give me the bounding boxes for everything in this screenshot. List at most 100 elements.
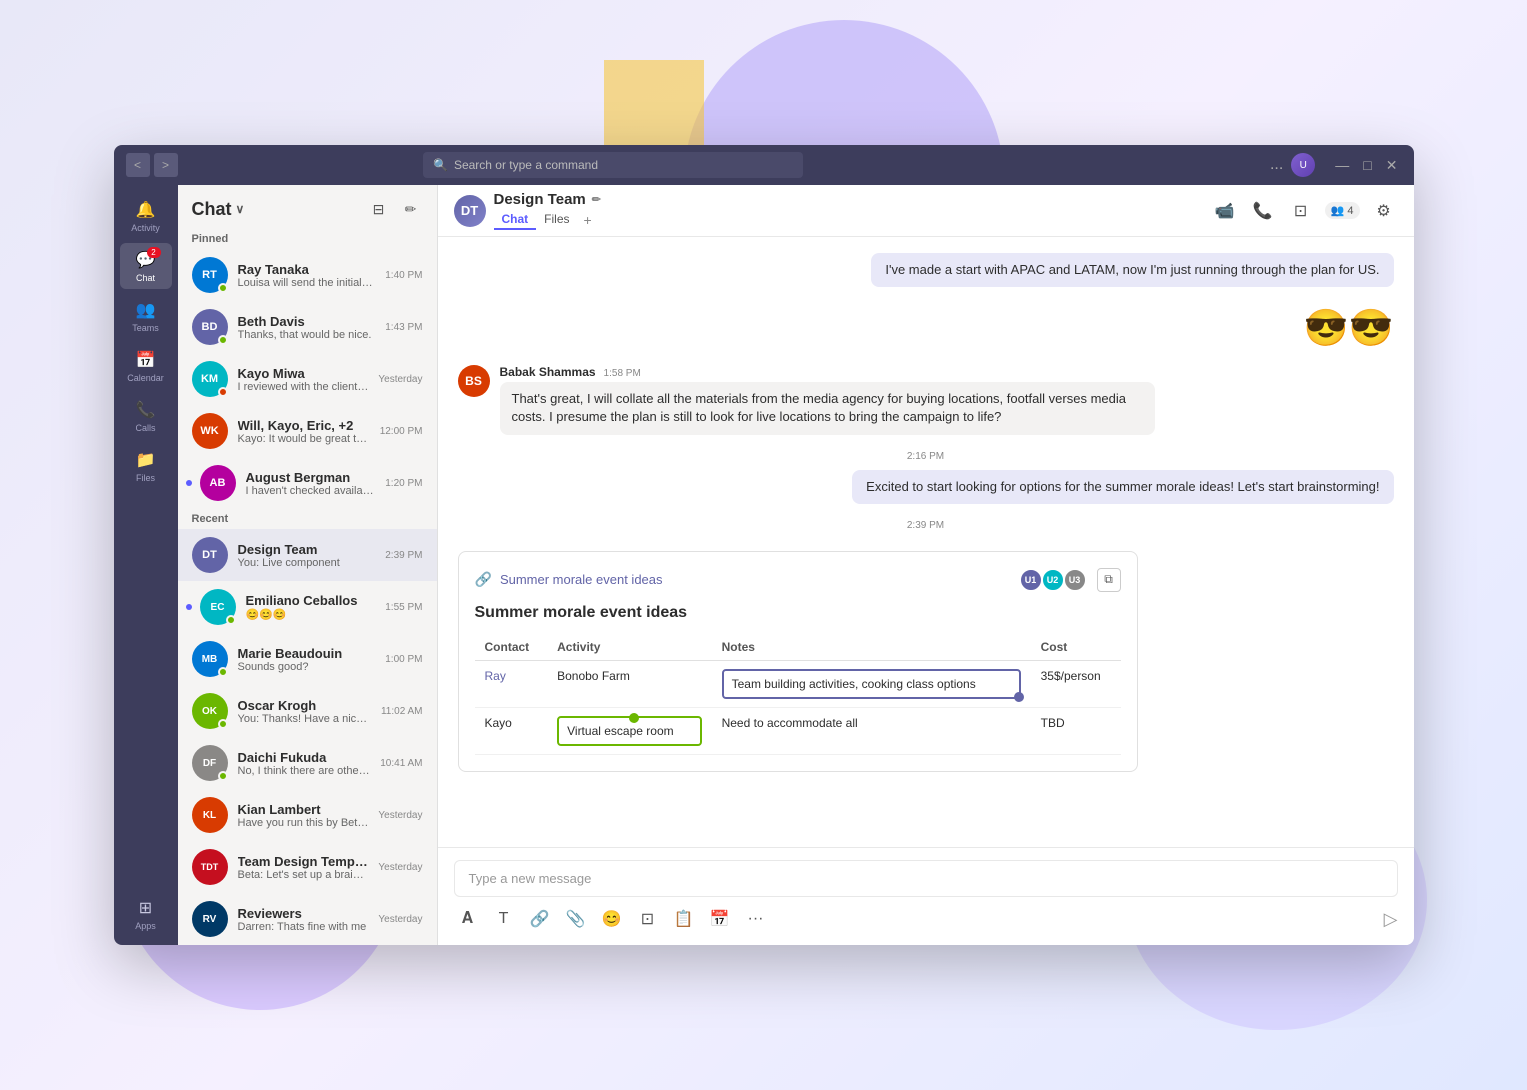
chat-item-kian[interactable]: KL Kian Lambert Have you run this by Bet… (178, 789, 437, 841)
close-button[interactable]: ✕ (1382, 157, 1402, 174)
card-copy-button[interactable]: ⧉ (1097, 568, 1121, 592)
chat-preview-reviewers: Darren: Thats fine with me (238, 921, 369, 933)
format-text-button[interactable]: T (490, 905, 518, 933)
cell-activity-kayo[interactable]: Virtual escape room (547, 707, 711, 754)
send-button[interactable]: ▷ (1384, 909, 1398, 930)
chat-item-beth[interactable]: BD Beth Davis Thanks, that would be nice… (178, 301, 437, 353)
calls-icon: 📞 (135, 399, 157, 421)
chat-item-august[interactable]: AB August Bergman I haven't checked avai… (178, 457, 437, 509)
message-input-field[interactable]: Type a new message (454, 860, 1398, 897)
mini-avatar-2: U2 (1041, 568, 1065, 592)
sidebar-item-files[interactable]: 📁 Files (120, 443, 172, 489)
avatar-team-design-template: TDT (192, 849, 228, 885)
cell-editing-notes-ray[interactable]: Team building activities, cooking class … (722, 669, 1021, 699)
schedule-button[interactable]: 📅 (706, 905, 734, 933)
attach-file-button[interactable]: 📎 (562, 905, 590, 933)
chat-dropdown-chevron[interactable]: ∨ (236, 202, 245, 216)
sidebar-item-chat[interactable]: 💬 2 Chat (120, 243, 172, 289)
sidebar-item-calls[interactable]: 📞 Calls (120, 393, 172, 439)
tab-chat[interactable]: Chat (494, 210, 537, 230)
user-avatar[interactable]: U (1291, 153, 1315, 177)
chat-item-ray[interactable]: RT Ray Tanaka Louisa will send the initi… (178, 249, 437, 301)
edit-team-name-icon[interactable]: ✏ (592, 193, 601, 206)
video-call-button[interactable]: 📹 (1211, 197, 1239, 225)
cell-contact-ray[interactable]: Ray (475, 660, 548, 707)
cell-notes-ray[interactable]: Team building activities, cooking class … (712, 660, 1031, 707)
chat-item-kayo[interactable]: KM Kayo Miwa I reviewed with the client … (178, 353, 437, 405)
chat-item-will-group[interactable]: WK Will, Kayo, Eric, +2 Kayo: It would b… (178, 405, 437, 457)
chat-header-tabs: Chat Files + (494, 210, 1203, 230)
cell-editing-activity-kayo[interactable]: Virtual escape room (557, 716, 701, 746)
gif-button[interactable]: ⊡ (634, 905, 662, 933)
forward-button[interactable]: > (154, 153, 178, 177)
sidebar-item-calendar[interactable]: 📅 Calendar (120, 343, 172, 389)
msg-header-babak: Babak Shammas 1:58 PM (500, 365, 1155, 379)
chat-header-info: Design Team ✏ Chat Files + (494, 191, 1203, 230)
avatar-daichi: DF (192, 745, 228, 781)
emoji-button[interactable]: 😊 (598, 905, 626, 933)
pinned-section-label: Pinned (178, 229, 437, 249)
activity-icon: 🔔 (135, 199, 157, 221)
chat-info-team-design-template: Team Design Template Beta: Let's set up … (238, 854, 369, 881)
status-kayo (218, 387, 228, 397)
sidebar-item-apps[interactable]: ⊞ Apps (120, 891, 172, 937)
self-morale-section: 2:16 PM Excited to start looking for opt… (458, 447, 1394, 504)
global-search[interactable]: 🔍 Search or type a command (423, 152, 803, 178)
chat-preview-kayo: I reviewed with the client on Tuesda... (238, 381, 369, 393)
screen-share-button[interactable]: ⊡ (1287, 197, 1315, 225)
avatar-design-team: DT (192, 537, 228, 573)
filter-button[interactable]: ⊟ (367, 197, 391, 221)
chat-list-header: Chat ∨ ⊟ ✏ (178, 185, 437, 229)
chat-time-ray: 1:40 PM (385, 270, 422, 281)
status-oscar (218, 719, 228, 729)
chat-info-kian: Kian Lambert Have you run this by Beth? … (238, 802, 369, 829)
format-bold-button[interactable]: 𝐀 (454, 905, 482, 933)
avatar-babak: BS (458, 365, 490, 397)
cell-activity-ray[interactable]: Bonobo Farm (547, 660, 711, 707)
participant-count[interactable]: 👥 4 (1325, 202, 1360, 219)
more-options[interactable]: ... (1270, 156, 1283, 174)
unread-dot-emiliano (186, 604, 192, 610)
back-button[interactable]: < (126, 153, 150, 177)
table-header-notes: Notes (712, 634, 1031, 661)
bubble-babak: That's great, I will collate all the mat… (500, 382, 1155, 434)
tab-files[interactable]: Files (536, 210, 577, 230)
message-input-area: Type a new message 𝐀 T 🔗 📎 😊 ⊡ 📋 📅 ··· ▷ (438, 847, 1414, 945)
sidebar-item-teams[interactable]: 👥 Teams (120, 293, 172, 339)
cell-cost-ray[interactable]: 35$/person (1031, 660, 1121, 707)
audio-call-button[interactable]: 📞 (1249, 197, 1277, 225)
cell-cost-kayo[interactable]: TBD (1031, 707, 1121, 754)
table-row-ray: Ray Bonobo Farm Team building activities… (475, 660, 1121, 707)
chat-item-emiliano[interactable]: EC Emiliano Ceballos 😊😊😊 1:55 PM (178, 581, 437, 633)
live-component-icon: 🔗 (475, 571, 492, 588)
attach-link-button[interactable]: 🔗 (526, 905, 554, 933)
chat-item-oscar[interactable]: OK Oscar Krogh You: Thanks! Have a nice … (178, 685, 437, 737)
sticker-button[interactable]: 📋 (670, 905, 698, 933)
tab-add-button[interactable]: + (578, 210, 598, 230)
live-card-title-link[interactable]: Summer morale event ideas (500, 572, 663, 587)
chat-item-team-design-template[interactable]: TDT Team Design Template Beta: Let's set… (178, 841, 437, 893)
new-chat-button[interactable]: ✏ (399, 197, 423, 221)
chat-item-design-team[interactable]: DT Design Team You: Live component 2:39 … (178, 529, 437, 581)
sidebar-item-activity[interactable]: 🔔 Activity (120, 193, 172, 239)
settings-button[interactable]: ⚙ (1370, 197, 1398, 225)
cell-notes-kayo[interactable]: Need to accommodate all (712, 707, 1031, 754)
chat-time-design-team: 2:39 PM (385, 550, 422, 561)
chat-info-design-team: Design Team You: Live component (238, 542, 376, 569)
chat-preview-beth: Thanks, that would be nice. (238, 329, 376, 341)
chat-name-oscar: Oscar Krogh (238, 698, 371, 713)
maximize-button[interactable]: □ (1359, 157, 1375, 174)
avatar-kian: KL (192, 797, 228, 833)
avatar-oscar: OK (192, 693, 228, 729)
chat-item-marie[interactable]: MB Marie Beaudouin Sounds good? 1:00 PM (178, 633, 437, 685)
more-tools-button[interactable]: ··· (742, 905, 770, 933)
teams-label: Teams (132, 323, 159, 333)
chat-name-kian: Kian Lambert (238, 802, 369, 817)
cell-contact-kayo[interactable]: Kayo (475, 707, 548, 754)
chat-item-reviewers[interactable]: RV Reviewers Darren: Thats fine with me … (178, 893, 437, 945)
chat-time-oscar: 11:02 AM (381, 706, 423, 717)
minimize-button[interactable]: — (1331, 157, 1353, 174)
chat-item-daichi[interactable]: DF Daichi Fukuda No, I think there are o… (178, 737, 437, 789)
title-bar: < > 🔍 Search or type a command ... U — □… (114, 145, 1414, 185)
link-ray[interactable]: Ray (485, 669, 506, 683)
